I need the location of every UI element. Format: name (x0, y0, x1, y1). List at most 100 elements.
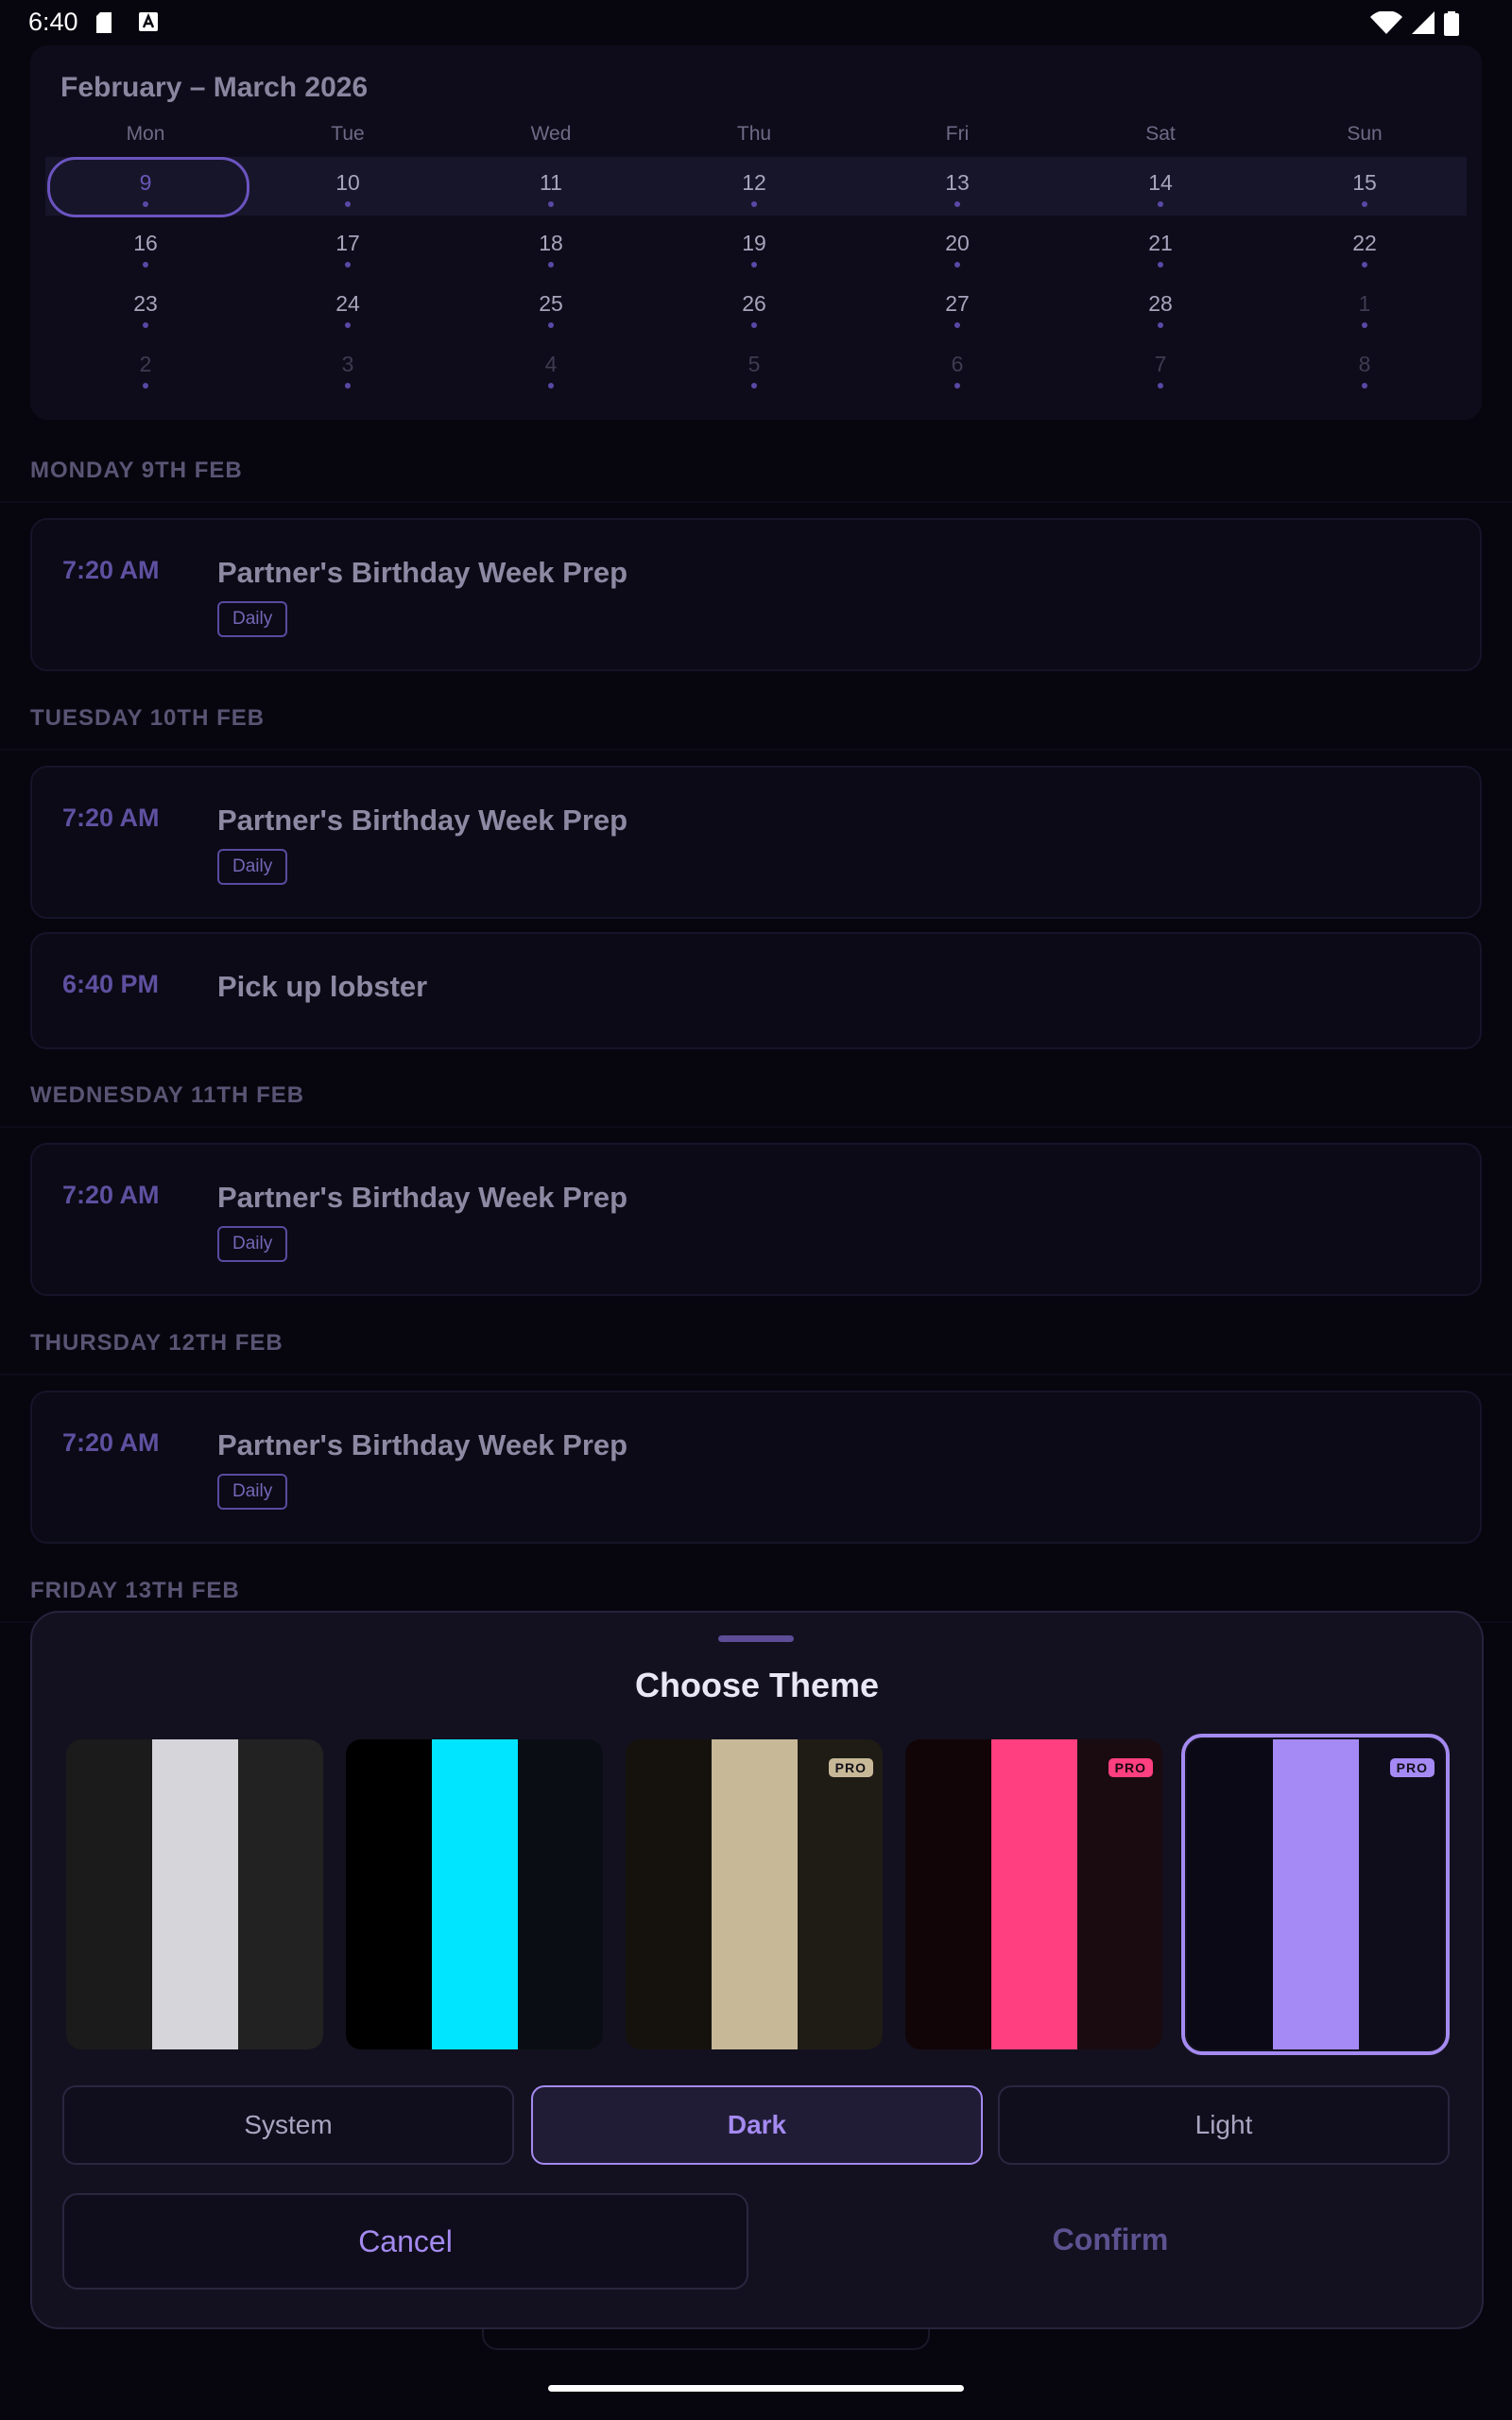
event-dot (143, 383, 148, 389)
recurrence-badge: Daily (217, 601, 288, 637)
calendar-title: February – March 2026 (60, 72, 369, 103)
calendar-day[interactable]: 23 (98, 291, 193, 328)
weekday-label: Fri (945, 123, 970, 145)
event-dot (1362, 201, 1367, 207)
weekday-label: Sat (1145, 123, 1176, 145)
calendar-day[interactable]: 12 (707, 170, 801, 207)
swatch-stripe (238, 1739, 323, 2049)
calendar-day[interactable]: 15 (1317, 170, 1412, 207)
theme-mode-light-button[interactable]: Light (998, 2085, 1450, 2165)
calendar-day[interactable]: 27 (910, 291, 1005, 328)
calendar-day[interactable]: 28 (1113, 291, 1208, 328)
event-dot (1158, 383, 1163, 389)
event-card[interactable]: 7:20 AM Partner's Birthday Week Prep Daily (30, 1391, 1482, 1544)
sheet-title: Choose Theme (634, 1666, 880, 1704)
event-time: 6:40 PM (62, 970, 160, 998)
calendar-day[interactable]: 25 (504, 291, 598, 328)
event-dot (1158, 201, 1163, 207)
calendar-day[interactable]: 9 (98, 170, 193, 207)
calendar-week-row: 9 10 11 12 13 14 15 (45, 157, 1467, 217)
theme-swatch-pink[interactable]: PRO (905, 1739, 1162, 2049)
calendar-day[interactable]: 1 (1317, 291, 1412, 328)
drag-handle[interactable] (718, 1635, 794, 1642)
day-number: 2 (139, 352, 152, 376)
swatch-stripe (1077, 1739, 1162, 2049)
event-card[interactable]: 7:20 AM Partner's Birthday Week Prep Daily (30, 1143, 1482, 1296)
calendar-day[interactable]: 11 (504, 170, 598, 207)
day-number: 16 (133, 231, 158, 255)
event-dot (548, 262, 554, 268)
day-number: 19 (742, 231, 766, 255)
weekday-label: Wed (530, 123, 572, 145)
day-number: 26 (742, 291, 766, 316)
calendar-day[interactable]: 24 (301, 291, 395, 328)
weekday-label: Mon (126, 123, 165, 145)
keyboard-a-icon (139, 12, 158, 31)
calendar-day[interactable]: 6 (910, 352, 1005, 389)
swatch-stripe (991, 1739, 1077, 2049)
calendar-day[interactable]: 3 (301, 352, 395, 389)
pro-badge: PRO (828, 1758, 873, 1777)
event-card[interactable]: 7:20 AM Partner's Birthday Week Prep Daily (30, 766, 1482, 919)
theme-swatch-sand[interactable]: PRO (626, 1739, 883, 2049)
day-number: 8 (1358, 352, 1371, 376)
calendar-day[interactable]: 2 (98, 352, 193, 389)
event-card[interactable]: 7:20 AM Partner's Birthday Week Prep Daily (30, 518, 1482, 671)
day-number: 20 (945, 231, 970, 255)
weekday-header: Mon Tue Wed Thu Fri Sat Sun (30, 123, 1482, 151)
calendar-day[interactable]: 16 (98, 231, 193, 268)
calendar-day[interactable]: 8 (1317, 352, 1412, 389)
day-section-header: WEDNESDAY 11TH FEB (30, 1082, 305, 1108)
swatch-stripe (1187, 1739, 1273, 2049)
cancel-button[interactable]: Cancel (62, 2193, 748, 2290)
calendar-day[interactable]: 19 (707, 231, 801, 268)
calendar-day[interactable]: 5 (707, 352, 801, 389)
calendar-day[interactable]: 7 (1113, 352, 1208, 389)
calendar-day[interactable]: 4 (504, 352, 598, 389)
event-dot (1158, 262, 1163, 268)
swatch-stripe (1273, 1739, 1359, 2049)
section-divider (0, 501, 1512, 503)
section-divider (0, 1126, 1512, 1128)
event-time: 7:20 AM (62, 1428, 160, 1457)
theme-swatch-cyan[interactable] (346, 1739, 603, 2049)
swatch-stripe (346, 1739, 432, 2049)
day-number: 17 (335, 231, 360, 255)
calendar-day[interactable]: 13 (910, 170, 1005, 207)
calendar-day[interactable]: 10 (301, 170, 395, 207)
confirm-button[interactable]: Confirm (769, 2193, 1452, 2286)
swatch-stripe (798, 1739, 883, 2049)
event-dot (751, 383, 757, 389)
swatch-stripe (712, 1739, 798, 2049)
event-title: Partner's Birthday Week Prep (217, 804, 628, 837)
calendar-day[interactable]: 17 (301, 231, 395, 268)
theme-mode-system-button[interactable]: System (62, 2085, 514, 2165)
signal-icon (1412, 11, 1435, 34)
event-title: Partner's Birthday Week Prep (217, 1181, 628, 1214)
theme-swatch-mono[interactable] (66, 1739, 323, 2049)
recurrence-badge: Daily (217, 849, 288, 885)
weekday-label: Sun (1347, 123, 1383, 145)
theme-swatch-violet[interactable]: PRO (1181, 1734, 1450, 2055)
event-dot (143, 201, 148, 207)
calendar-day[interactable]: 18 (504, 231, 598, 268)
day-number: 9 (139, 170, 152, 195)
day-number: 10 (335, 170, 360, 195)
calendar-day[interactable]: 20 (910, 231, 1005, 268)
event-dot (1362, 322, 1367, 328)
day-number: 11 (540, 170, 562, 195)
home-indicator[interactable] (548, 2385, 964, 2392)
calendar-day[interactable]: 26 (707, 291, 801, 328)
theme-mode-dark-button[interactable]: Dark (531, 2085, 983, 2165)
event-time: 7:20 AM (62, 556, 160, 584)
day-section-header: TUESDAY 10TH FEB (30, 705, 266, 731)
day-number: 23 (133, 291, 158, 316)
calendar-day[interactable]: 22 (1317, 231, 1412, 268)
day-number: 12 (742, 170, 766, 195)
weekday-label: Tue (331, 123, 365, 145)
status-bar: 6:40 (0, 0, 1512, 45)
weekday-label: Thu (736, 123, 772, 145)
calendar-day[interactable]: 14 (1113, 170, 1208, 207)
calendar-day[interactable]: 21 (1113, 231, 1208, 268)
event-card[interactable]: 6:40 PM Pick up lobster (30, 932, 1482, 1049)
